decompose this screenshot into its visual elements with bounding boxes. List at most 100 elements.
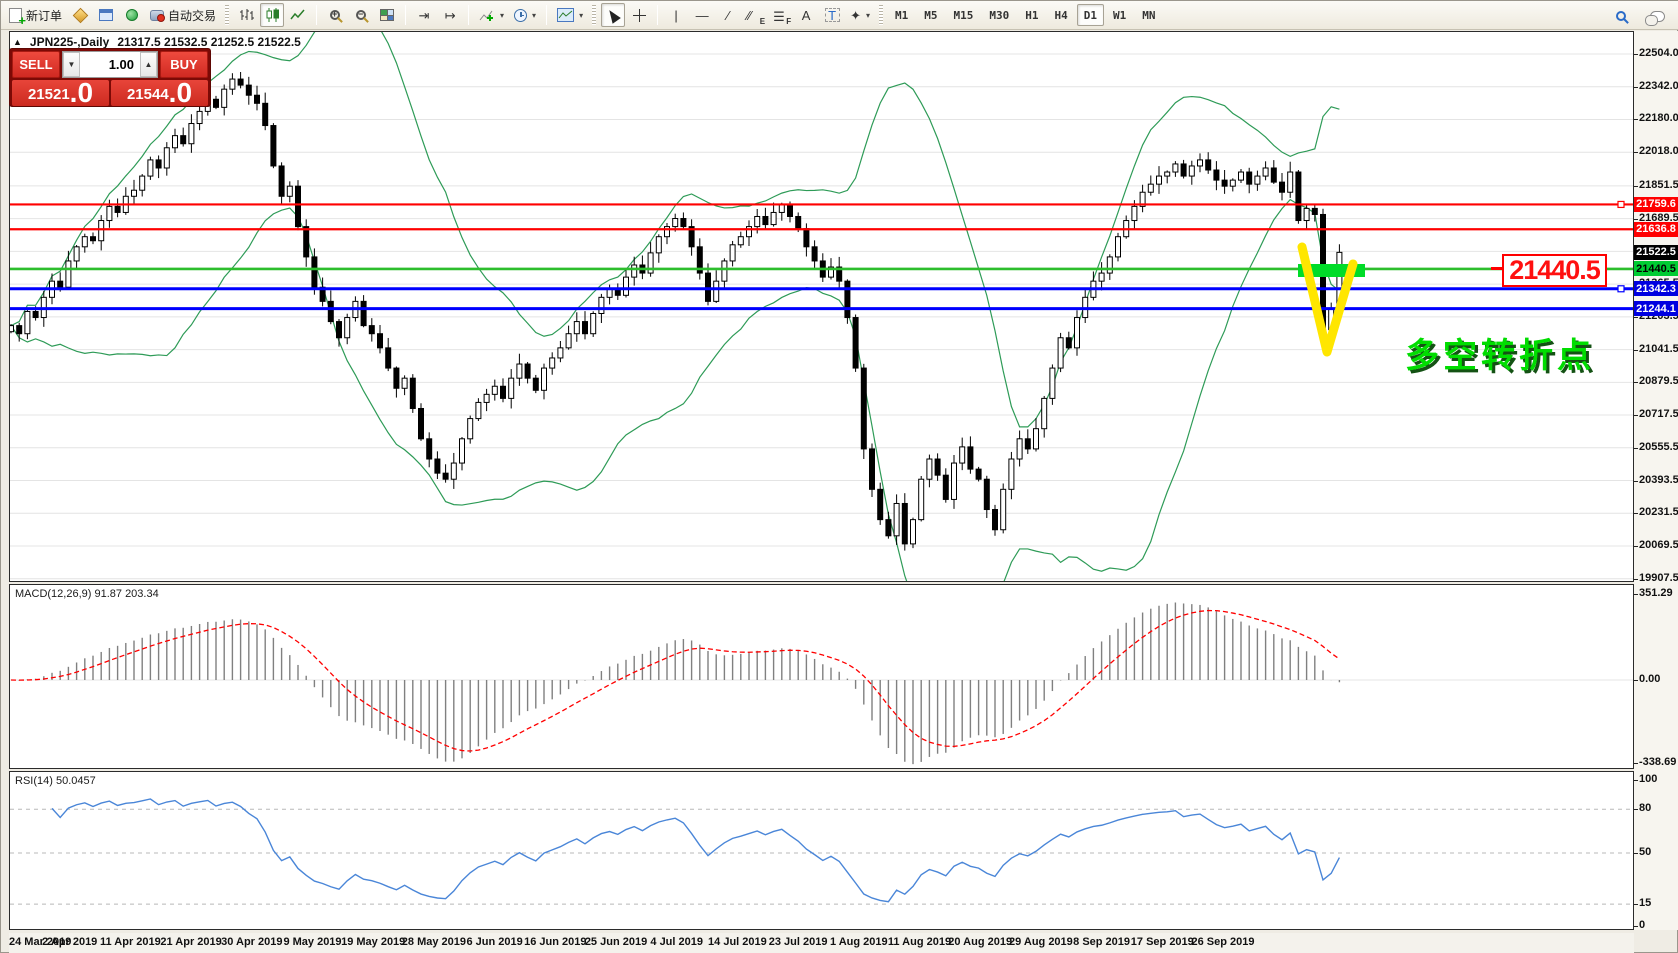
price-callout-box[interactable]: 21440.5 [1502, 254, 1607, 287]
tf-button-H4[interactable]: H4 [1048, 4, 1075, 26]
axis-tick-label: 20231.5 [1639, 506, 1678, 518]
crosshair-tool-button[interactable] [627, 3, 651, 27]
cursor-tool-button[interactable] [601, 3, 625, 27]
signals-icon [126, 9, 138, 21]
collapse-icon[interactable]: ▲ [13, 37, 22, 47]
axis-tick-label: 21041.5 [1639, 343, 1678, 355]
indicators-button[interactable]: ▾ [475, 3, 508, 27]
horizontal-line-tool-button[interactable]: — [690, 3, 714, 27]
line-chart-button[interactable] [286, 3, 310, 27]
volume-box: ▼ 1.00 ▲ [62, 51, 158, 78]
axis-tick-label: -338.69 [1639, 756, 1676, 768]
axis-tick-label: 19907.5 [1639, 572, 1678, 584]
horizontal-line-icon: — [696, 9, 709, 22]
date-label: 17 Sep 2019 [1131, 936, 1194, 948]
tf-button-MN[interactable]: MN [1135, 4, 1162, 26]
tf-button-M15[interactable]: M15 [947, 4, 981, 26]
chat-button[interactable] [1645, 4, 1669, 28]
chart-pane-macd[interactable]: MACD(12,26,9) 91.87 203.34 [9, 584, 1634, 769]
chart-pane-rsi[interactable]: RSI(14) 50.0457 [9, 771, 1634, 930]
toolbar-separator [316, 5, 317, 25]
zoom-out-button[interactable]: − [349, 3, 373, 27]
candlestick-icon [265, 8, 280, 22]
profiles-button[interactable] [68, 3, 92, 27]
channel-tool-button[interactable]: ∕∕ E [742, 3, 766, 27]
bar-chart-button[interactable] [234, 3, 258, 27]
toolbar-separator [657, 5, 658, 25]
axis-tick-label: 0.00 [1639, 673, 1660, 685]
sell-button[interactable]: SELL [12, 51, 60, 78]
trendline-tool-button[interactable]: ∕ [716, 3, 740, 27]
indicators-icon [479, 8, 495, 22]
signals-button[interactable] [120, 3, 144, 27]
price-badge: 21244.1 [1634, 301, 1678, 316]
axis-tick [1634, 904, 1638, 905]
arrows-tool-button[interactable]: ✦ ▾ [846, 3, 874, 27]
price-badge: 21759.6 [1634, 197, 1678, 212]
templates-icon [557, 8, 574, 22]
date-label: 30 Apr 2019 [221, 936, 282, 948]
sell-price-display[interactable]: 21521 .0 [12, 80, 109, 106]
toolbar-separator [546, 5, 547, 25]
periods-button[interactable]: ▾ [510, 3, 540, 27]
volume-input[interactable]: 1.00 [80, 52, 140, 77]
autoscroll-icon: ⇥ [419, 9, 430, 22]
text-tool-button[interactable]: A [794, 3, 818, 27]
trendline-icon: ∕ [727, 9, 729, 22]
tf-button-W1[interactable]: W1 [1106, 4, 1133, 26]
axis-tick-label: 20717.5 [1639, 408, 1678, 420]
tf-button-M30[interactable]: M30 [982, 4, 1016, 26]
price-axis[interactable]: 22504.022342.022180.022018.021851.521689… [1634, 31, 1678, 930]
date-label: 14 Jul 2019 [708, 936, 767, 948]
autotrade-label: 自动交易 [168, 7, 216, 24]
date-label: 8 Sep 2019 [1073, 936, 1130, 948]
date-label: 19 May 2019 [341, 936, 405, 948]
axis-tick-label: 22504.0 [1639, 47, 1678, 59]
volume-decrease-button[interactable]: ▼ [63, 52, 80, 77]
toolbar-separator [405, 5, 406, 25]
date-label: 29 Aug 2019 [1009, 936, 1073, 948]
candlestick-chart-button[interactable] [260, 3, 284, 27]
dropdown-caret-icon: ▾ [866, 11, 870, 20]
axis-tick [1634, 579, 1638, 580]
autoscroll-button[interactable]: ⇥ [412, 3, 436, 27]
tf-button-M5[interactable]: M5 [917, 4, 944, 26]
autotrade-icon [150, 10, 164, 21]
zoom-in-button[interactable]: + [323, 3, 347, 27]
axis-tick-label: 21851.5 [1639, 179, 1678, 191]
vertical-line-tool-button[interactable]: | [664, 3, 688, 27]
tf-button-H1[interactable]: H1 [1018, 4, 1045, 26]
date-label: 21 Apr 2019 [160, 936, 221, 948]
date-axis[interactable]: 24 Mar 20192 Apr 201911 Apr 201921 Apr 2… [9, 933, 1634, 953]
templates-button[interactable]: ▾ [553, 3, 587, 27]
chart-pane-main[interactable] [9, 31, 1634, 582]
date-label: 4 Jul 2019 [650, 936, 703, 948]
search-icon [1616, 11, 1626, 21]
tile-windows-button[interactable] [375, 3, 399, 27]
new-order-button[interactable]: 新订单 [5, 3, 66, 27]
text-label-tool-button[interactable]: T [820, 3, 844, 27]
date-label: 23 Jul 2019 [769, 936, 828, 948]
axis-tick [1634, 87, 1638, 88]
search-button[interactable] [1609, 4, 1633, 28]
volume-increase-button[interactable]: ▲ [140, 52, 157, 77]
tf-button-M1[interactable]: M1 [888, 4, 915, 26]
cn-annotation-text[interactable]: 多空转折点 [1405, 328, 1595, 377]
market-watch-button[interactable] [94, 3, 118, 27]
buy-button[interactable]: BUY [160, 51, 208, 78]
tf-button-D1[interactable]: D1 [1077, 4, 1104, 26]
sell-price-pips: .0 [70, 82, 93, 105]
new-order-icon [9, 8, 22, 23]
autotrade-button[interactable]: 自动交易 [146, 3, 220, 27]
buy-price-main: 21544 [127, 86, 169, 105]
axis-tick [1634, 763, 1638, 764]
chart-shift-button[interactable]: ↦ [438, 3, 462, 27]
date-label: 6 Jun 2019 [466, 936, 522, 948]
axis-tick-label: 351.29 [1639, 587, 1673, 599]
axis-tick [1634, 594, 1638, 595]
buy-price-display[interactable]: 21544 .0 [111, 80, 208, 106]
fibonacci-tool-button[interactable]: ☰ F [768, 3, 792, 27]
axis-tick [1634, 382, 1638, 383]
zoom-out-icon: − [356, 10, 366, 20]
mt4-window: 新订单 自动交易 + − ⇥ ↦ ▾ ▾ [0, 0, 1678, 953]
